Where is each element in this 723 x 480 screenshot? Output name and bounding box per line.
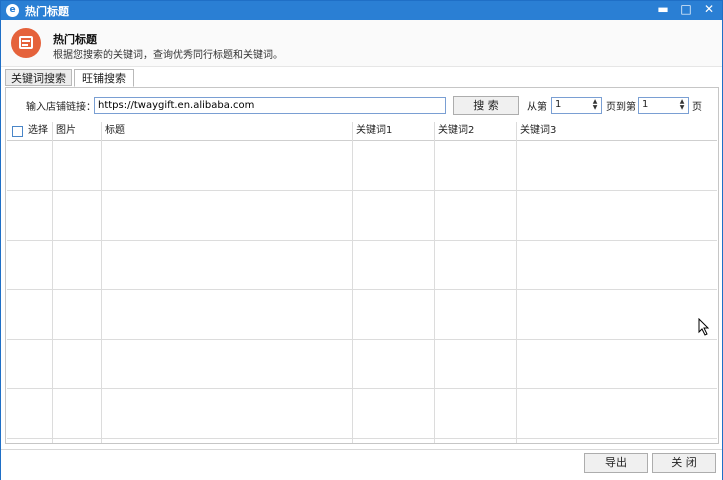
- tab-store-search[interactable]: 旺铺搜索: [74, 69, 134, 87]
- column-divider: [52, 140, 53, 443]
- app-logo-icon: e: [6, 4, 19, 17]
- row-divider: [7, 388, 717, 389]
- to-page-spinner[interactable]: 1 ▲ ▼: [638, 97, 689, 114]
- column-image: 图片: [53, 122, 102, 140]
- window-title: 热门标题: [25, 5, 69, 18]
- close-window-button[interactable]: ✕: [699, 1, 719, 20]
- from-page-spinner[interactable]: 1 ▲ ▼: [551, 97, 602, 114]
- row-divider: [7, 190, 717, 191]
- column-keyword-2: 关键词2: [435, 122, 517, 140]
- from-page-value: 1: [555, 99, 562, 110]
- table-header: 选择 图片 标题 关键词1 关键词2 关键词3: [7, 122, 717, 141]
- page-end-label: 页: [692, 102, 702, 113]
- column-keyword-3: 关键词3: [520, 125, 557, 136]
- tab-keyword-search[interactable]: 关键词搜索: [5, 69, 72, 86]
- spinner-arrows-icon[interactable]: ▲ ▼: [678, 99, 686, 111]
- from-page-label: 从第: [527, 102, 547, 113]
- column-divider: [352, 140, 353, 443]
- column-select: 选择: [7, 122, 53, 140]
- export-button[interactable]: 导出: [584, 453, 648, 473]
- column-divider: [101, 140, 102, 443]
- hot-title-window: e 热门标题 ▬ □ ✕ 热门标题 根据您搜索的关键词，查询优秀同行标题和关键词…: [0, 0, 723, 480]
- store-search-panel: 输入店铺链接： 搜 索 从第 1 ▲▼ 页到第 1 ▲▼ 页 选择 图片 标题 …: [5, 87, 719, 444]
- column-divider: [434, 140, 435, 443]
- to-page-label: 页到第: [606, 102, 636, 113]
- column-keyword-1: 关键词1: [353, 122, 435, 140]
- header-panel: 热门标题 根据您搜索的关键词，查询优秀同行标题和关键词。: [1, 20, 722, 67]
- row-divider: [7, 240, 717, 241]
- column-divider: [516, 140, 517, 443]
- footer-bar: 导出 关 闭: [1, 449, 722, 480]
- column-title: 标题: [102, 122, 353, 140]
- minimize-button[interactable]: ▬: [653, 1, 673, 20]
- close-button[interactable]: 关 闭: [652, 453, 716, 473]
- header-description: 根据您搜索的关键词，查询优秀同行标题和关键词。: [53, 50, 283, 61]
- row-divider: [7, 289, 717, 290]
- spinner-arrows-icon[interactable]: ▲ ▼: [591, 99, 599, 111]
- store-link-input[interactable]: [94, 97, 446, 114]
- header-title: 热门标题: [53, 33, 97, 46]
- title-bar[interactable]: e 热门标题 ▬ □ ✕: [1, 1, 722, 20]
- row-divider: [7, 438, 717, 439]
- calendar-icon: [11, 28, 41, 58]
- results-table: 选择 图片 标题 关键词1 关键词2 关键词3: [7, 122, 717, 443]
- column-select-label: 选择: [28, 125, 48, 136]
- maximize-button[interactable]: □: [676, 1, 696, 20]
- store-link-label: 输入店铺链接：: [26, 102, 96, 113]
- select-all-checkbox[interactable]: [12, 126, 23, 137]
- search-button[interactable]: 搜 索: [453, 96, 519, 115]
- row-divider: [7, 339, 717, 340]
- to-page-value: 1: [642, 99, 649, 110]
